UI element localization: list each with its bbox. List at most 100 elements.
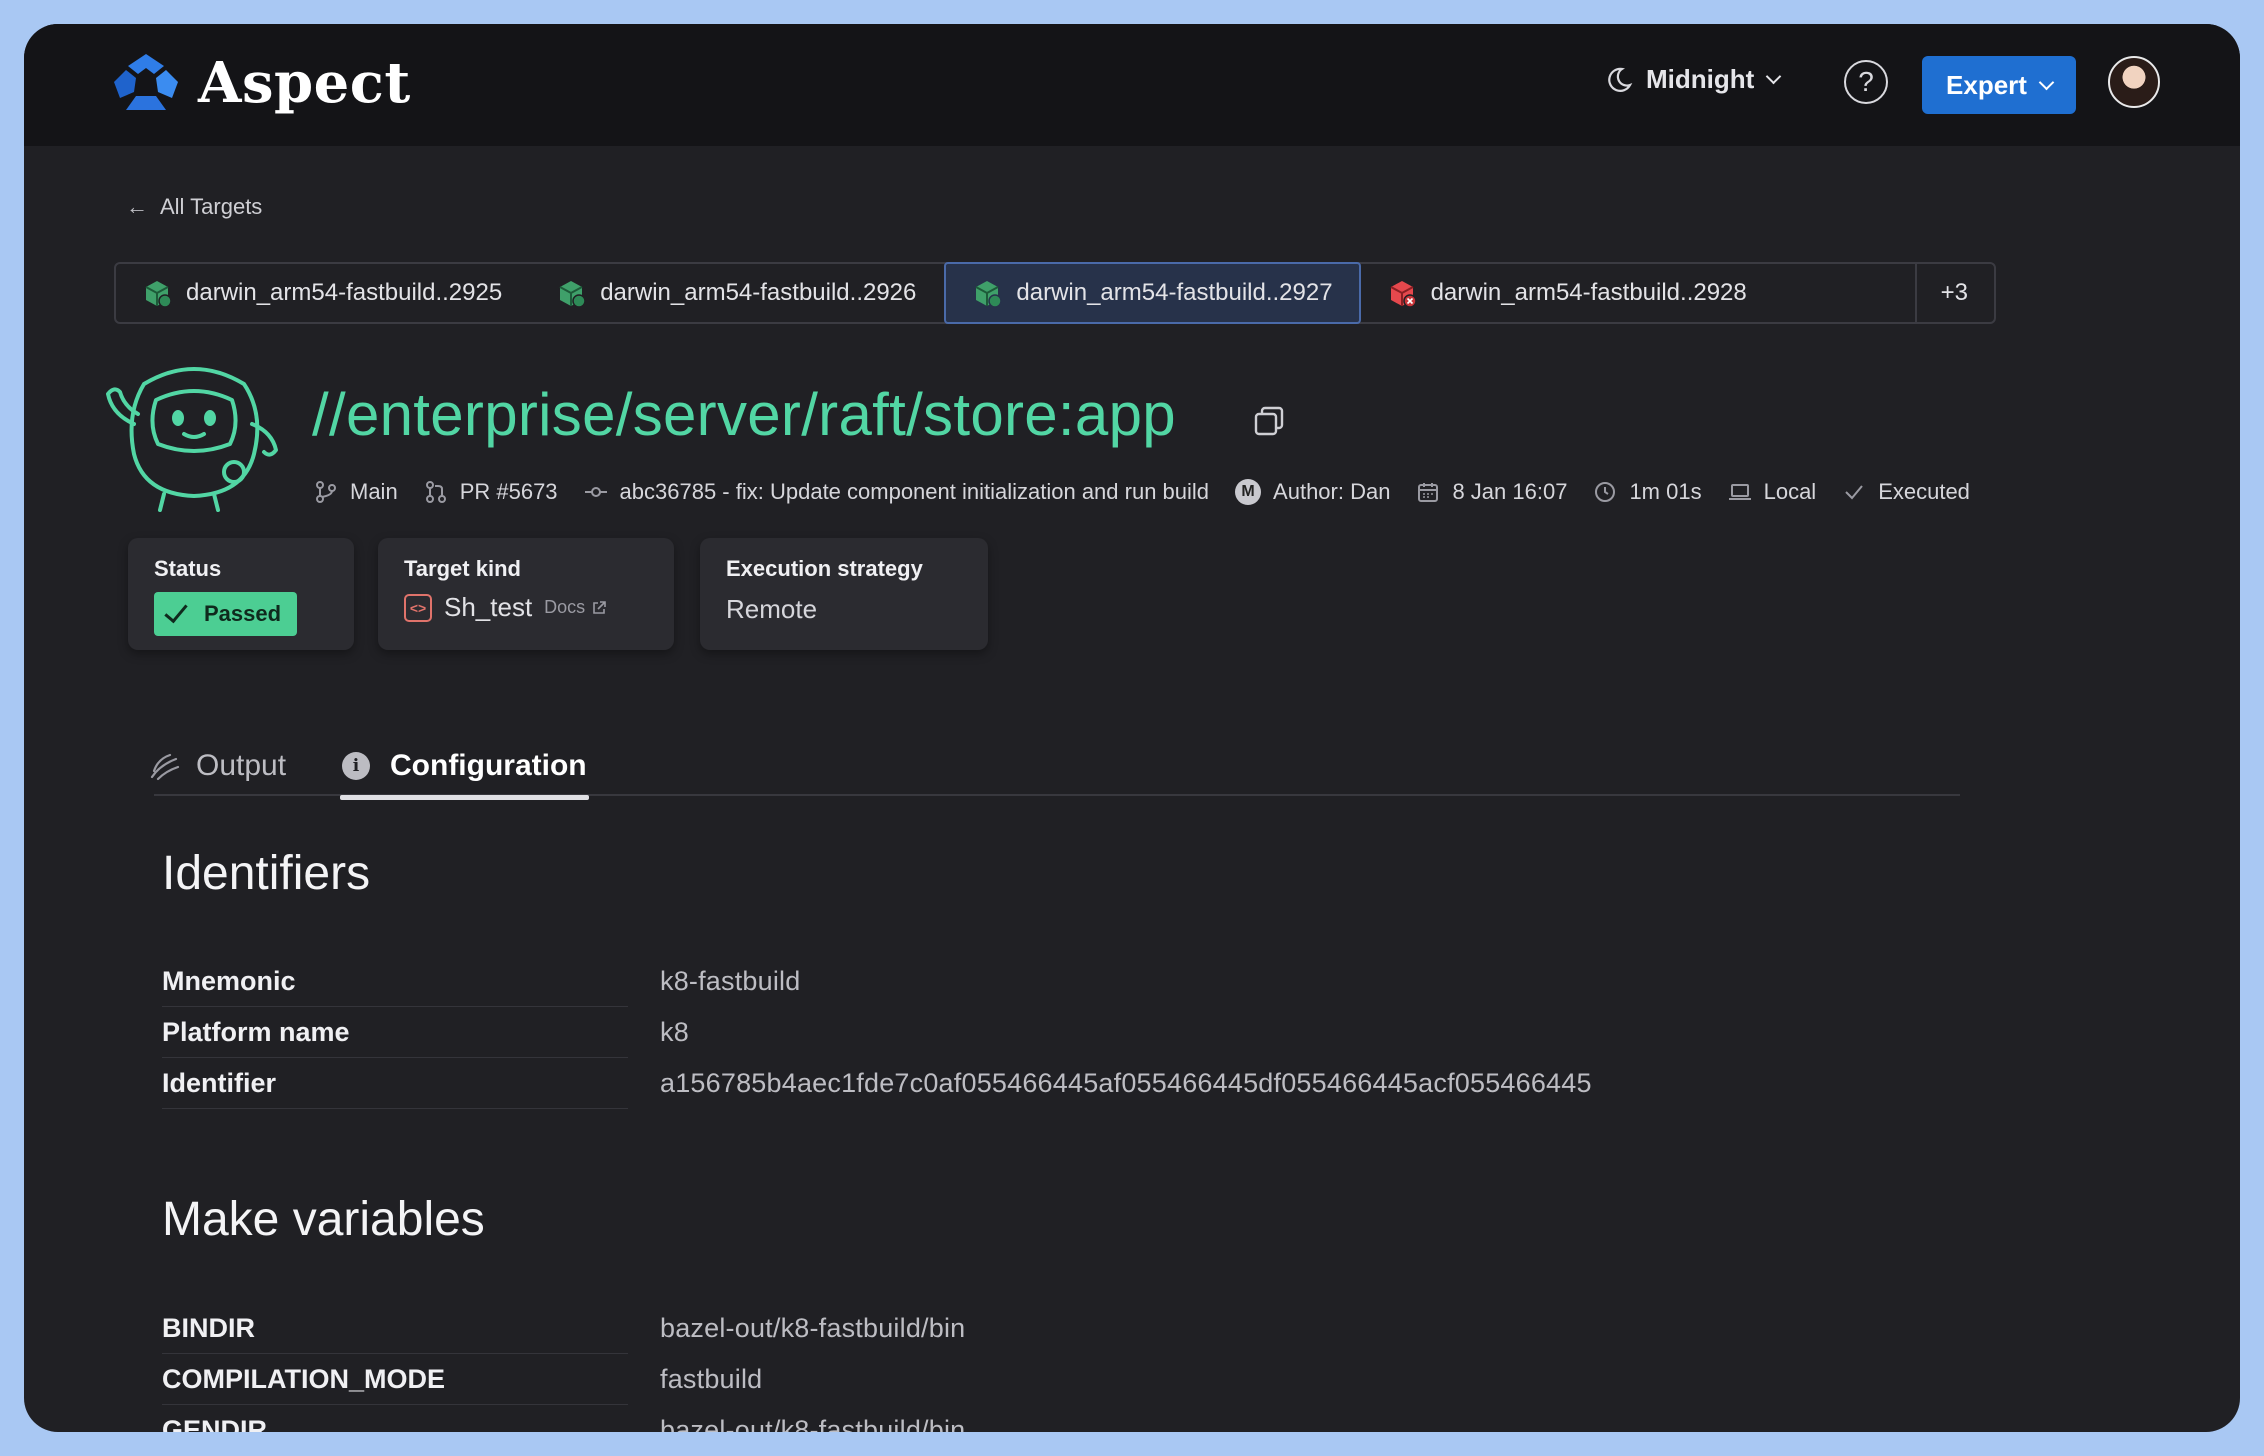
info-icon: i [342,752,370,780]
list-item: Identifier a156785b4aec1fde7c0af05546644… [162,1058,1662,1109]
make-variables-heading: Make variables [162,1193,485,1246]
branch-icon [316,481,336,503]
date-label: 8 Jan 16:07 [1452,479,1568,504]
package-failed-icon [1390,281,1417,308]
help-icon[interactable]: ? [1844,60,1888,104]
external-link-icon [593,600,606,614]
status-card-label: Status [154,556,222,581]
status-badge-label: Passed [204,601,282,626]
item-value: k8-fastbuild [660,966,801,996]
date-meta: 8 Jan 16:07 [1416,479,1567,505]
identifiers-list: Mnemonic k8-fastbuild Platform name k8 I… [162,956,1662,1109]
section-tabs: Output i Configuration [150,736,1960,800]
run-tab[interactable]: darwin_arm54-fastbuild..2928 [1361,264,1775,322]
theme-selector[interactable]: Midnight [1604,64,1782,95]
run-tabs: darwin_arm54-fastbuild..2925 darwin_arm5… [114,262,1996,324]
list-item: BINDIR bazel-out/k8-fastbuild/bin [162,1303,1662,1354]
commit-icon [584,487,607,497]
target-kind-value: Sh_test [444,592,533,622]
check-icon [1845,485,1863,500]
item-value: a156785b4aec1fde7c0af055466445af05546644… [660,1068,1592,1098]
commit-meta[interactable]: abc36785 - fix: Update component initial… [584,479,1210,505]
item-key: GENDIR [162,1415,268,1432]
duration-meta: 1m 01s [1593,479,1702,505]
status-card: Status Passed [128,538,354,650]
location-meta: Local [1728,479,1817,505]
arrow-left-icon: ← [126,194,148,219]
output-icon [150,753,180,781]
chevron-down-icon [2038,74,2055,90]
clock-icon [1595,482,1616,502]
row-divider [162,1108,628,1109]
avatar[interactable] [2108,56,2160,108]
make-variables-list: BINDIR bazel-out/k8-fastbuild/bin COMPIL… [162,1303,1662,1432]
item-key: BINDIR [162,1313,255,1343]
code-icon: <> [404,593,432,622]
app-name: Aspect [198,50,411,116]
run-tab-label: darwin_arm54-fastbuild..2925 [186,279,503,306]
app-window: Aspect Midnight ? Expert ← All Targets d… [24,24,2240,1432]
branch-label: Main [350,479,398,504]
laptop-icon [1728,484,1751,500]
docs-link[interactable]: Docs [544,597,607,618]
expert-mode-label: Expert [1946,69,2027,100]
pr-label: PR #5673 [459,479,558,504]
docs-link-label: Docs [544,597,586,617]
package-passed-icon [559,281,586,308]
item-value: bazel-out/k8-fastbuild/bin [660,1313,966,1343]
target-kind-card: Target kind <> Sh_test Docs [378,538,674,650]
tab-configuration[interactable]: i Configuration [340,736,589,800]
moon-icon [1608,67,1633,92]
author-label: Author: Dan [1273,479,1391,504]
app-logo[interactable]: Aspect [112,50,411,116]
item-key: Identifier [162,1068,277,1098]
commit-label: abc36785 - fix: Update component initial… [619,479,1210,504]
run-tab[interactable]: darwin_arm54-fastbuild..2925 [116,264,530,322]
author-meta: M Author: Dan [1235,479,1390,505]
state-label: Executed [1878,479,1970,504]
state-meta: Executed [1842,479,1970,505]
execution-strategy-value: Remote [726,594,818,624]
chevron-down-icon [1766,68,1782,85]
list-item: Platform name k8 [162,1007,1662,1058]
item-key: COMPILATION_MODE [162,1364,445,1394]
branch-meta[interactable]: Main [314,479,398,505]
target-meta: Main PR #5673 abc36785 - fix: Update com… [314,479,1996,505]
item-key: Platform name [162,1017,350,1047]
identifiers-heading: Identifiers [162,847,371,900]
location-label: Local [1763,479,1817,504]
more-runs-button[interactable]: +3 [1914,264,1994,322]
execution-strategy-label: Execution strategy [726,556,923,581]
target-title: //enterprise/server/raft/store:app [312,381,1176,448]
expert-mode-button[interactable]: Expert [1922,56,2076,114]
run-tab[interactable]: darwin_arm54-fastbuild..2926 [530,264,944,322]
item-value: fastbuild [660,1364,763,1394]
list-item: Mnemonic k8-fastbuild [162,956,1662,1007]
copy-icon[interactable] [1252,404,1286,438]
author-avatar: M [1235,479,1262,505]
aspect-logo-icon [114,54,178,110]
target-kind-label: Target kind [404,556,521,581]
tab-output[interactable]: Output [148,736,286,796]
execution-strategy-card: Execution strategy Remote [700,538,988,650]
tab-output-label: Output [196,749,287,782]
item-value: bazel-out/k8-fastbuild/bin [660,1415,966,1432]
package-passed-icon [145,281,172,308]
run-tab-label: darwin_arm54-fastbuild..2928 [1430,279,1747,306]
check-icon [164,598,188,624]
run-tab-label: darwin_arm54-fastbuild..2926 [600,279,917,306]
duration-label: 1m 01s [1629,479,1702,504]
item-key: Mnemonic [162,966,296,996]
package-passed-icon [975,281,1003,308]
run-tab-active[interactable]: darwin_arm54-fastbuild..2927 [944,262,1361,324]
pull-request-icon [425,481,446,503]
status-badge: Passed [154,592,298,636]
theme-label: Midnight [1646,64,1755,94]
back-link-label: All Targets [160,194,263,219]
pr-meta[interactable]: PR #5673 [424,479,558,505]
run-tab-label: darwin_arm54-fastbuild..2927 [1016,279,1333,306]
list-item: COMPILATION_MODE fastbuild [162,1354,1662,1405]
back-link[interactable]: ← All Targets [126,194,262,220]
tab-configuration-label: Configuration [390,749,587,782]
item-value: k8 [660,1017,689,1047]
